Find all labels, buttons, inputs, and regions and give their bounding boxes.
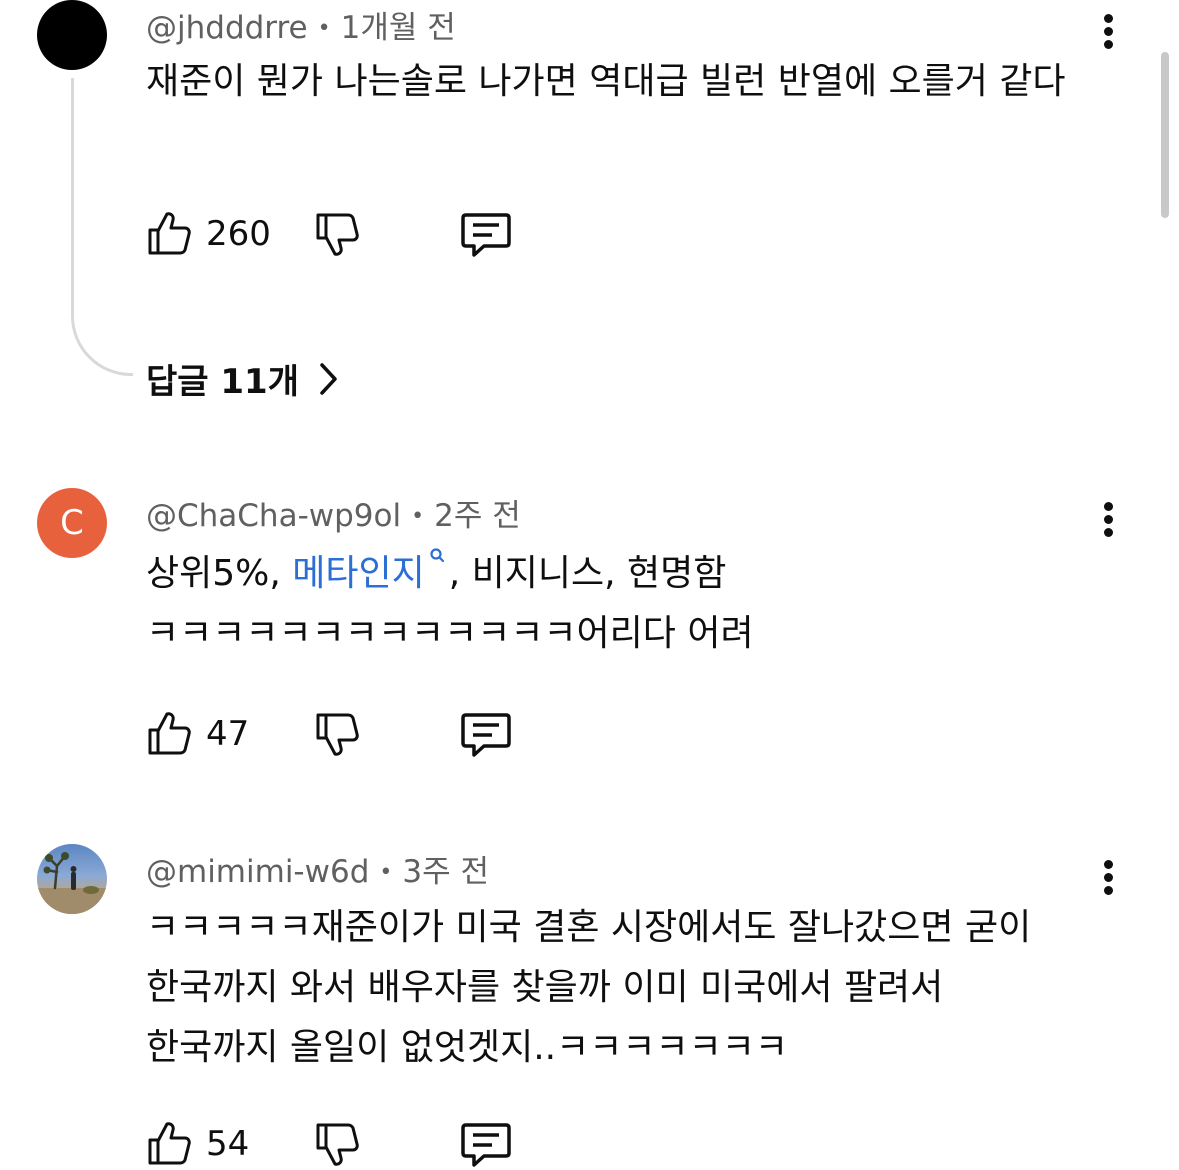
dislike-icon[interactable] — [314, 712, 360, 758]
reply-icon[interactable] — [460, 1120, 512, 1170]
comment-time: 2주 전 — [434, 498, 521, 534]
thread-line — [71, 78, 133, 376]
comment-actions: 47 — [146, 710, 546, 760]
avatar[interactable] — [37, 844, 107, 914]
dislike-icon[interactable] — [314, 212, 360, 258]
search-icon — [430, 548, 444, 563]
like-count: 54 — [206, 1124, 250, 1164]
comment-author[interactable]: @mimimi-w6d — [146, 854, 369, 890]
more-icon — [1096, 860, 1120, 895]
comment-meta: @ChaCha-wp9ol • 2주 전 — [146, 490, 521, 535]
comment-text: 상위5%, 메타인지, 비지니스, 현명함 ㅋㅋㅋㅋㅋㅋㅋㅋㅋㅋㅋㅋㅋ어리다 어… — [146, 544, 1086, 664]
comment-text-before: 상위5%, — [146, 553, 293, 594]
comment-text: ㅋㅋㅋㅋㅋ재준이가 미국 결혼 시장에서도 잘나갔으면 굳이 한국까지 와서 배… — [146, 907, 1032, 1068]
view-replies-button[interactable]: 답글 11개 — [146, 354, 339, 403]
avatar[interactable] — [37, 0, 107, 70]
more-options-button[interactable] — [1096, 502, 1120, 546]
reply-icon[interactable] — [460, 710, 512, 760]
comment-meta: @jhdddrre • 1개월 전 — [146, 2, 456, 47]
separator-dot: • — [379, 860, 393, 885]
comment-time: 3주 전 — [402, 854, 489, 890]
like-icon[interactable] — [146, 710, 192, 756]
like-icon[interactable] — [146, 210, 192, 256]
reply-icon[interactable] — [460, 210, 512, 260]
dislike-icon[interactable] — [314, 1122, 360, 1168]
comment-actions: 260 — [146, 210, 546, 260]
comment-time: 1개월 전 — [340, 10, 456, 46]
comment-meta: @mimimi-w6d • 3주 전 — [146, 846, 489, 891]
scrollbar[interactable] — [1161, 52, 1169, 218]
like-count: 47 — [206, 714, 250, 754]
separator-dot: • — [411, 504, 425, 529]
comment-actions: 54 — [146, 1120, 546, 1170]
more-options-button[interactable] — [1096, 14, 1120, 58]
like-count: 260 — [206, 214, 271, 254]
avatar[interactable]: C — [37, 488, 107, 558]
replies-label: 답글 11개 — [146, 362, 299, 402]
like-icon[interactable] — [146, 1120, 192, 1166]
comment-author[interactable]: @ChaCha-wp9ol — [146, 498, 401, 534]
avatar-letter: C — [60, 503, 84, 543]
separator-dot: • — [317, 16, 331, 41]
search-link[interactable]: 메타인지 — [292, 553, 424, 594]
more-options-button[interactable] — [1096, 860, 1120, 904]
comment-author[interactable]: @jhdddrre — [146, 10, 308, 46]
more-icon — [1096, 14, 1120, 49]
avatar-photo-icon — [37, 852, 107, 914]
more-icon — [1096, 502, 1120, 537]
chevron-right-icon — [320, 362, 337, 395]
comment-text: 재준이 뭔가 나는솔로 나가면 역대급 빌런 반열에 오를거 같다 — [146, 61, 1066, 102]
